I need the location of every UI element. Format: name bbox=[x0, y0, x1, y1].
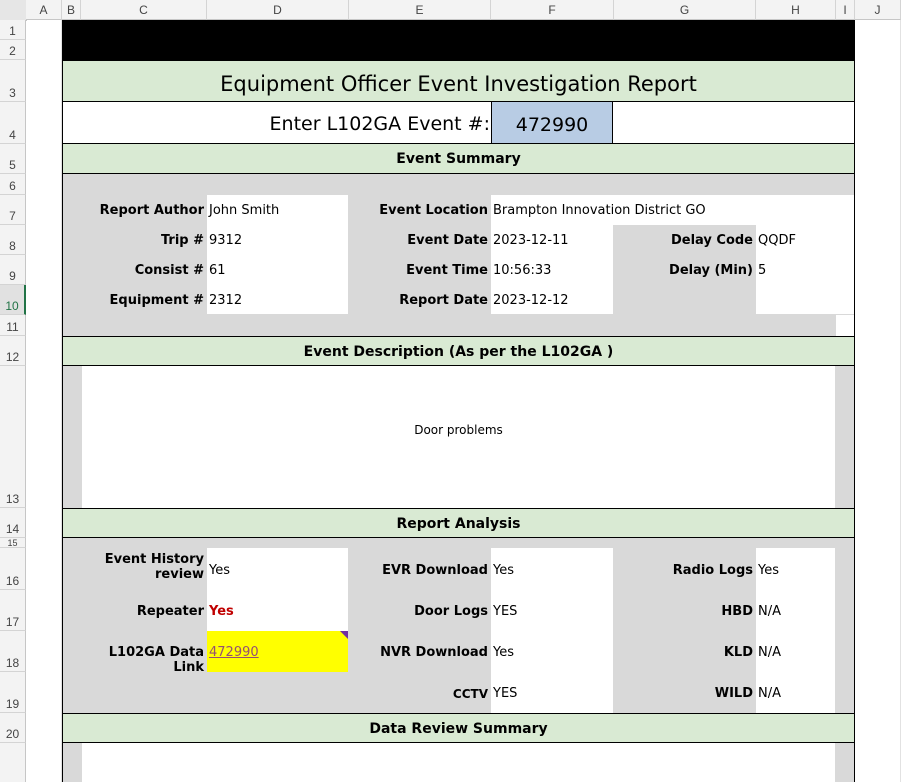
consist-value[interactable]: 61 bbox=[209, 263, 226, 278]
event-summary-header: Event Summary bbox=[62, 144, 855, 174]
select-all-corner[interactable] bbox=[0, 0, 27, 21]
nvr-download-label: NVR Download bbox=[380, 645, 488, 660]
data-link-value[interactable]: 472990 bbox=[209, 645, 259, 660]
black-header-bar bbox=[62, 20, 855, 60]
door-logs-value[interactable]: YES bbox=[493, 604, 517, 619]
row-header-14[interactable]: 14 bbox=[0, 508, 26, 538]
row-header-7[interactable]: 7 bbox=[0, 195, 26, 225]
report-analysis-header: Report Analysis bbox=[62, 508, 855, 538]
delay-min-label: Delay (Min) bbox=[669, 263, 753, 278]
wild-value[interactable]: N/A bbox=[758, 686, 781, 701]
repeater-value[interactable]: Yes bbox=[209, 604, 234, 619]
kld-label: KLD bbox=[723, 645, 753, 660]
nvr-download-value[interactable]: Yes bbox=[493, 645, 514, 660]
report-date-value[interactable]: 2023-12-12 bbox=[493, 293, 569, 308]
column-header-b[interactable]: B bbox=[62, 0, 81, 20]
column-header-e[interactable]: E bbox=[349, 0, 491, 20]
event-history-label-line1: Event History bbox=[104, 552, 204, 567]
row-header-20[interactable]: 20 bbox=[0, 713, 26, 743]
report-date-label: Report Date bbox=[399, 293, 488, 308]
event-date-label: Event Date bbox=[407, 233, 488, 248]
panel-gap bbox=[836, 315, 854, 336]
row-header-9[interactable]: 9 bbox=[0, 255, 26, 285]
row-header-5[interactable]: 5 bbox=[0, 144, 26, 174]
column-header-a[interactable]: A bbox=[26, 0, 62, 20]
comment-indicator-icon[interactable] bbox=[340, 631, 348, 639]
radio-logs-label: Radio Logs bbox=[672, 563, 753, 578]
report-title: Equipment Officer Event Investigation Re… bbox=[62, 60, 855, 102]
equipment-label: Equipment # bbox=[109, 293, 204, 308]
row-header-8[interactable]: 8 bbox=[0, 225, 26, 255]
row-header-13[interactable]: 13 bbox=[0, 366, 26, 508]
event-history-label-line2: review bbox=[155, 567, 204, 582]
event-number-input[interactable]: 472990 bbox=[491, 102, 613, 144]
row-header-6[interactable]: 6 bbox=[0, 174, 26, 195]
event-number-prompt: Enter L102GA Event #: bbox=[269, 113, 490, 135]
delay-min-value[interactable]: 5 bbox=[758, 263, 766, 278]
data-link-label: L102GA Data Link bbox=[108, 645, 204, 675]
event-history-label: Event History review bbox=[81, 552, 204, 582]
data-review-box[interactable] bbox=[82, 743, 835, 782]
equipment-value[interactable]: 2312 bbox=[209, 293, 242, 308]
event-time-label: Event Time bbox=[406, 263, 488, 278]
column-header-i[interactable]: I bbox=[836, 0, 855, 20]
row-header-16[interactable]: 16 bbox=[0, 548, 26, 590]
hbd-value[interactable]: N/A bbox=[758, 604, 781, 619]
column-header-j[interactable]: J bbox=[855, 0, 901, 20]
row-header-12[interactable]: 12 bbox=[0, 336, 26, 366]
event-history-value[interactable]: Yes bbox=[209, 563, 230, 578]
data-review-header: Data Review Summary bbox=[62, 713, 855, 743]
row-header-15[interactable]: 15 bbox=[0, 538, 26, 548]
cctv-label: CCTV bbox=[452, 687, 488, 701]
row-header-19[interactable]: 19 bbox=[0, 672, 26, 713]
cctv-value[interactable]: YES bbox=[493, 686, 517, 701]
delay-code-label: Delay Code bbox=[670, 233, 753, 248]
column-header-g[interactable]: G bbox=[614, 0, 756, 20]
event-description-header: Event Description (As per the L102GA ) bbox=[62, 336, 855, 366]
row-header-18[interactable]: 18 bbox=[0, 631, 26, 672]
row-header-3[interactable]: 3 bbox=[0, 60, 26, 102]
column-header-c[interactable]: C bbox=[81, 0, 207, 20]
column-header-h[interactable]: H bbox=[756, 0, 836, 20]
column-header-d[interactable]: D bbox=[207, 0, 349, 20]
event-description-text: Door problems bbox=[414, 423, 503, 437]
event-description-box[interactable] bbox=[82, 366, 835, 508]
row-header-21[interactable] bbox=[0, 743, 26, 782]
trip-label: Trip # bbox=[160, 233, 204, 248]
kld-value[interactable]: N/A bbox=[758, 645, 781, 660]
row-header-10[interactable]: 10 bbox=[0, 285, 26, 315]
hbd-label: HBD bbox=[721, 604, 753, 619]
event-time-value[interactable]: 10:56:33 bbox=[493, 263, 551, 278]
row-header-11[interactable]: 11 bbox=[0, 315, 26, 336]
report-author-value[interactable]: John Smith bbox=[209, 203, 279, 218]
repeater-label: Repeater bbox=[136, 604, 204, 619]
wild-label: WILD bbox=[714, 686, 753, 701]
door-logs-label: Door Logs bbox=[414, 604, 488, 619]
column-header-f[interactable]: F bbox=[491, 0, 614, 20]
radio-logs-value[interactable]: Yes bbox=[758, 563, 779, 578]
evr-download-value[interactable]: Yes bbox=[493, 563, 514, 578]
evr-download-label: EVR Download bbox=[382, 563, 488, 578]
row-header-4[interactable]: 4 bbox=[0, 102, 26, 144]
event-location-value[interactable]: Brampton Innovation District GO bbox=[493, 203, 706, 218]
row-header-17[interactable]: 17 bbox=[0, 590, 26, 631]
report-author-label: Report Author bbox=[99, 203, 204, 218]
row-header-2[interactable]: 2 bbox=[0, 40, 26, 60]
event-date-value[interactable]: 2023-12-11 bbox=[493, 233, 569, 248]
event-location-label: Event Location bbox=[379, 203, 488, 218]
trip-value[interactable]: 9312 bbox=[209, 233, 242, 248]
consist-label: Consist # bbox=[134, 263, 204, 278]
delay-code-value[interactable]: QQDF bbox=[758, 233, 796, 248]
row-header-1[interactable]: 1 bbox=[0, 20, 26, 40]
